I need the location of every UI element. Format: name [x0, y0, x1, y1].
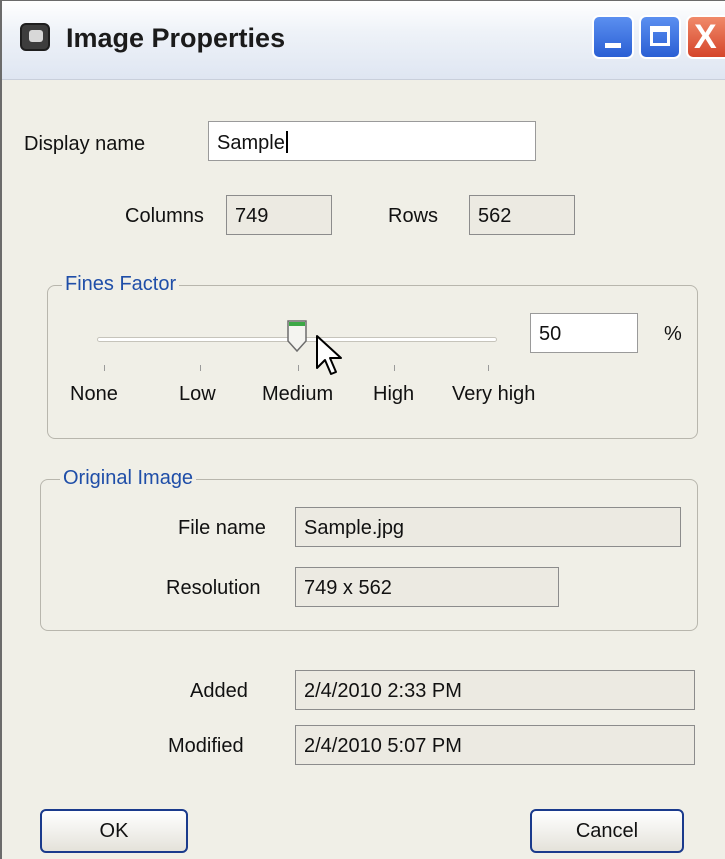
- fines-factor-legend: Fines Factor: [62, 273, 180, 296]
- text-caret: [285, 131, 288, 153]
- rows-field: 562: [469, 195, 575, 235]
- slider-tick: [298, 365, 299, 371]
- resolution-label: Resolution: [166, 577, 261, 599]
- modified-field: 2/4/2010 5:07 PM: [295, 725, 695, 765]
- fines-factor-group: [47, 285, 698, 439]
- columns-label: Columns: [125, 205, 204, 227]
- columns-field: 749: [226, 195, 332, 235]
- slider-tick: [104, 365, 105, 371]
- slider-tick: [200, 365, 201, 371]
- slider-tick: [394, 365, 395, 371]
- display-name-label: Display name: [24, 133, 146, 155]
- display-name-value: Sample: [217, 132, 285, 154]
- camera-icon: [20, 23, 50, 51]
- file-name-field: Sample.jpg: [295, 507, 681, 547]
- fines-factor-value-input[interactable]: 50: [530, 313, 638, 353]
- tick-label-medium: Medium: [262, 383, 334, 405]
- original-image-group: [40, 479, 698, 631]
- tick-label-very-high: Very high: [452, 383, 536, 405]
- tick-label-none: None: [70, 383, 118, 405]
- mouse-cursor-icon: [316, 335, 342, 375]
- image-properties-dialog: Image Properties X Display name Sample C…: [0, 0, 725, 859]
- close-button[interactable]: X: [686, 15, 725, 59]
- window-title: Image Properties: [66, 23, 286, 53]
- original-image-legend: Original Image: [60, 467, 197, 490]
- tick-label-high: High: [373, 383, 415, 405]
- ok-button[interactable]: OK: [40, 809, 188, 853]
- minimize-icon: [605, 43, 621, 48]
- fines-factor-slider-thumb[interactable]: [286, 319, 308, 353]
- modified-label: Modified: [168, 735, 244, 757]
- maximize-icon: [650, 26, 670, 46]
- minimize-button[interactable]: [592, 15, 634, 59]
- rows-label: Rows: [388, 205, 439, 227]
- resolution-field: 749 x 562: [295, 567, 559, 607]
- title-bar[interactable]: Image Properties X: [2, 1, 725, 80]
- added-field: 2/4/2010 2:33 PM: [295, 670, 695, 710]
- file-name-label: File name: [178, 517, 266, 539]
- cancel-button[interactable]: Cancel: [530, 809, 684, 853]
- added-label: Added: [190, 680, 248, 702]
- slider-tick: [488, 365, 489, 371]
- display-name-input[interactable]: Sample: [208, 121, 536, 161]
- tick-label-low: Low: [179, 383, 216, 405]
- close-icon: X: [694, 18, 717, 56]
- percent-unit-label: %: [664, 323, 682, 345]
- maximize-button[interactable]: [639, 15, 681, 59]
